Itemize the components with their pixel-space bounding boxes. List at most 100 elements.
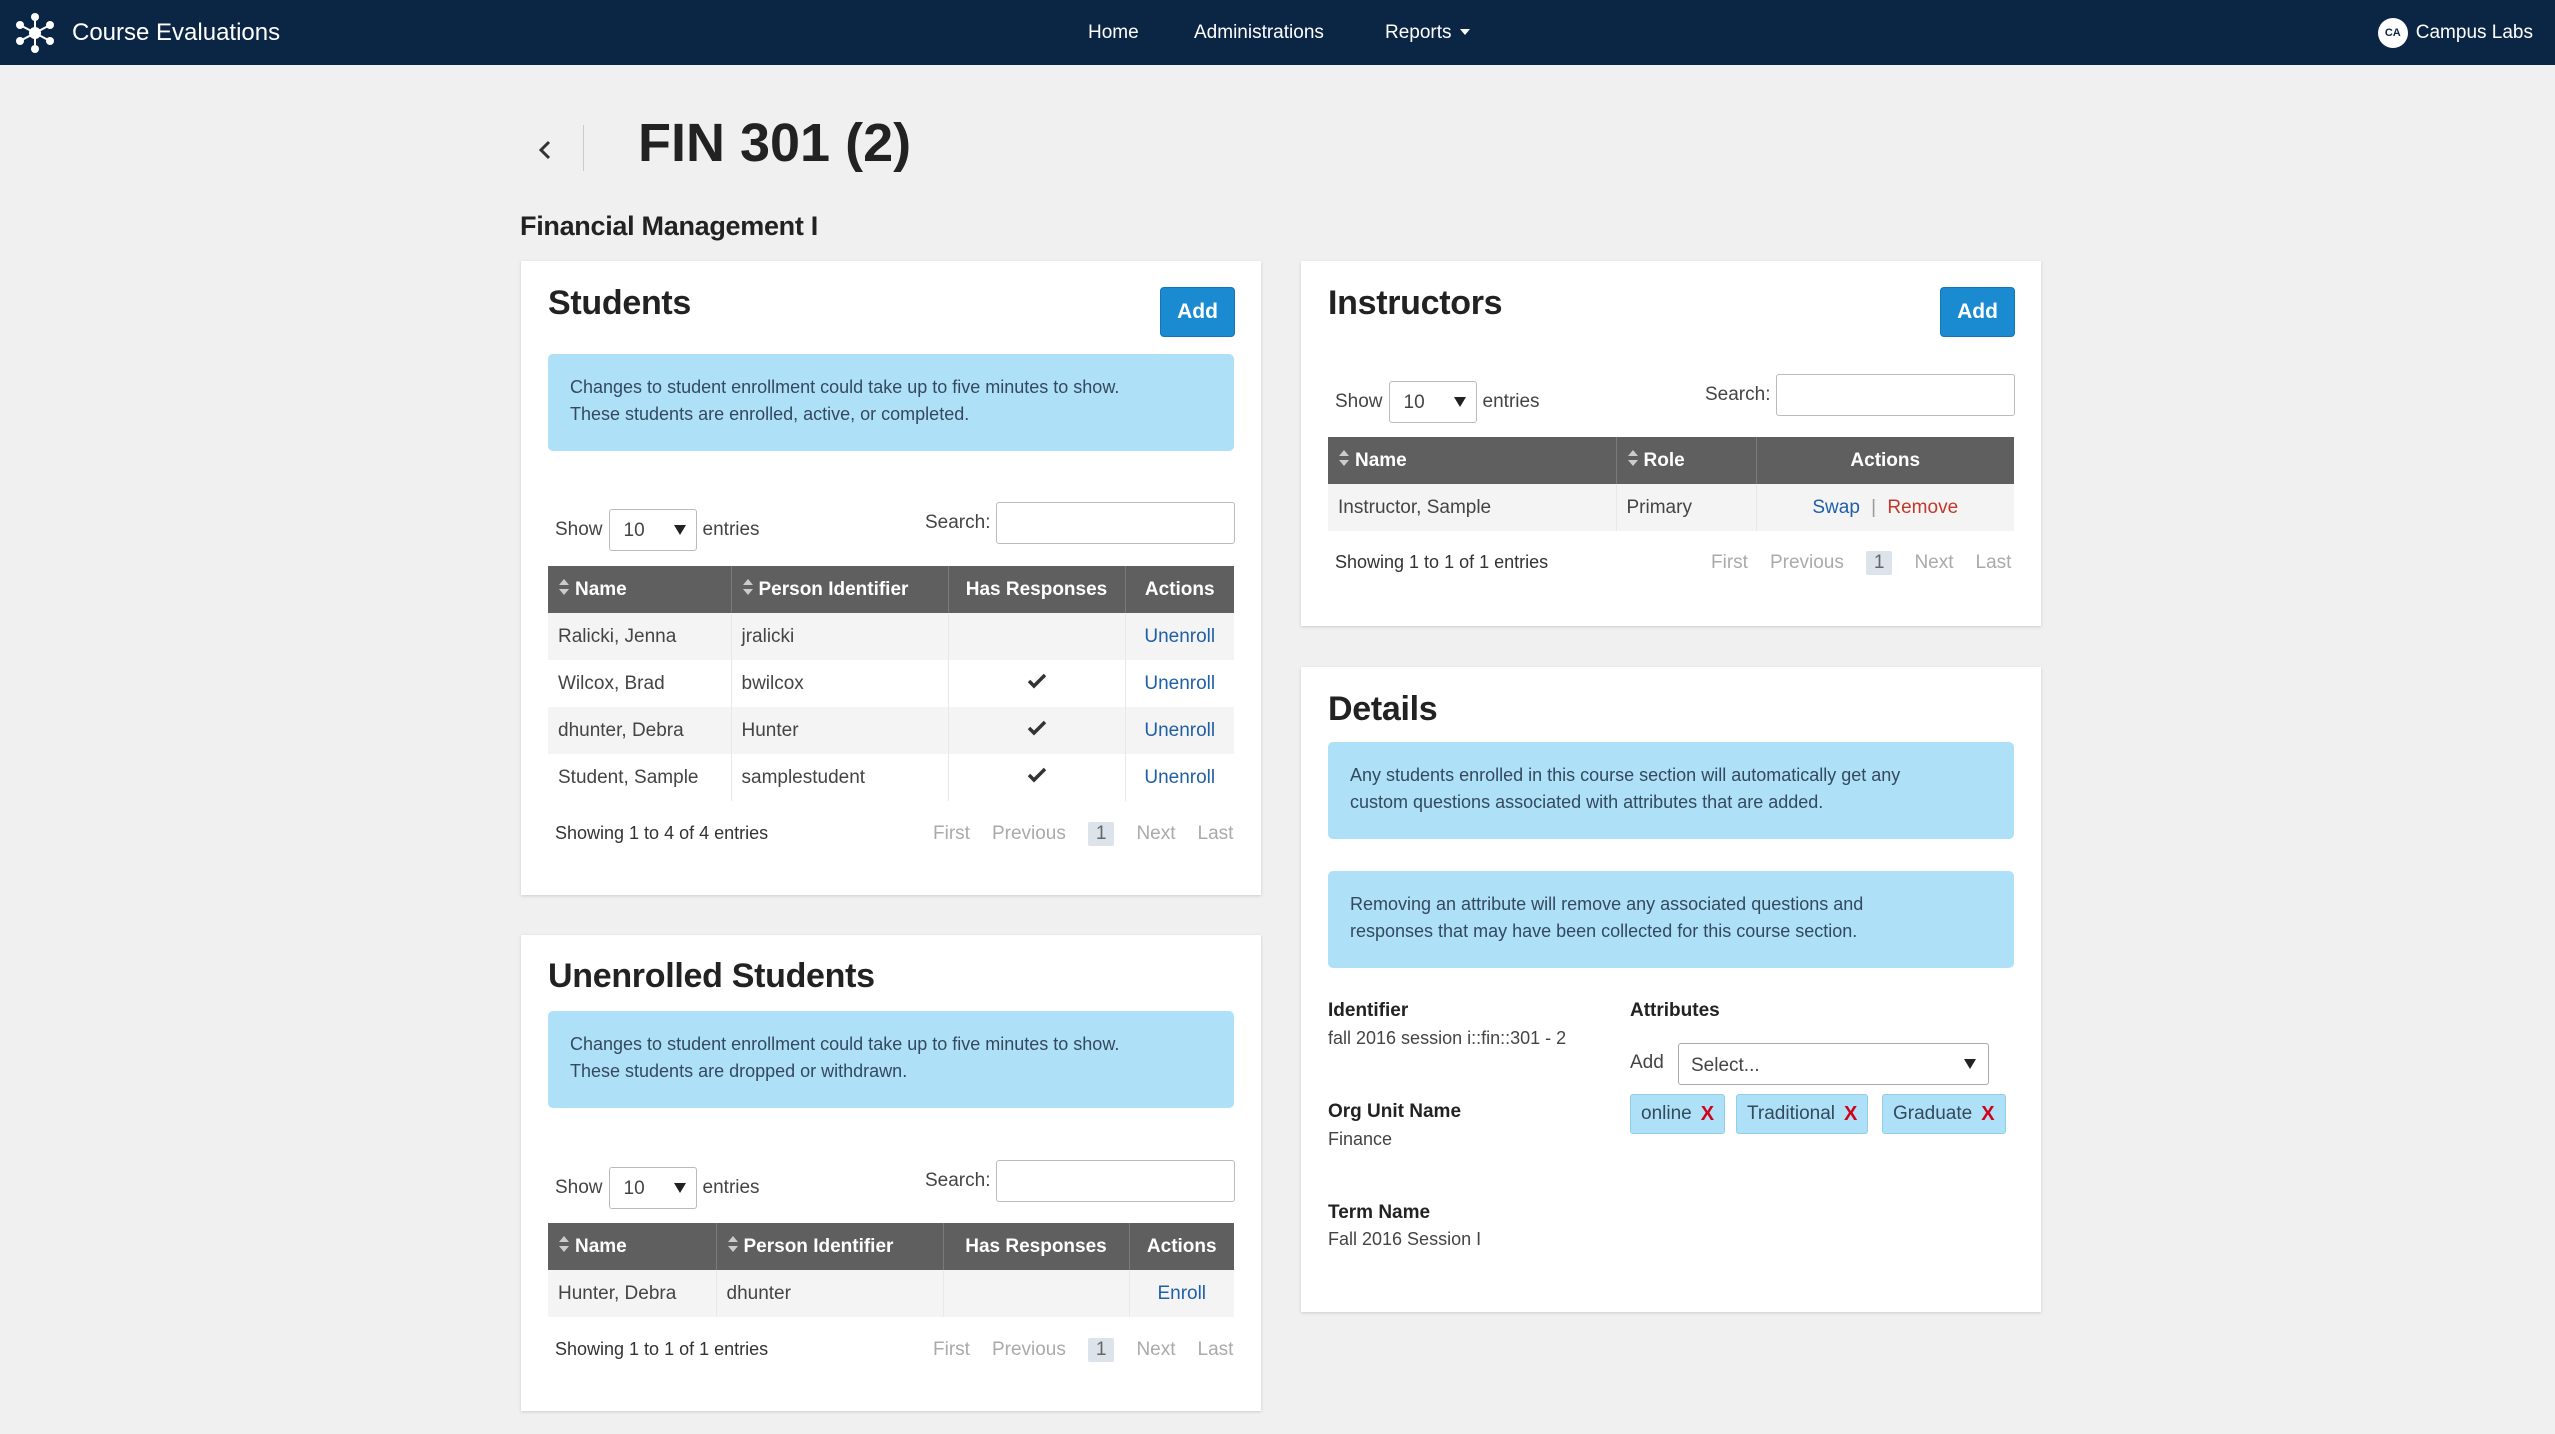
- alert-text: Any students enrolled in this course sec…: [1350, 765, 1901, 785]
- user-name: Campus Labs: [2415, 21, 2533, 43]
- pagination: First Previous 1 Next Last: [911, 822, 1233, 846]
- table-row: Ralicki, Jenna jralicki Unenroll: [548, 613, 1234, 660]
- alert-text: Removing an attribute will remove any as…: [1350, 894, 1864, 914]
- student-name: dhunter, Debra: [548, 707, 732, 754]
- pagination: First Previous 1 Next Last: [911, 1338, 1233, 1362]
- actions-cell: Unenroll: [1125, 660, 1234, 707]
- enroll-link[interactable]: Enroll: [1157, 1283, 1206, 1304]
- pager-current-page[interactable]: 1: [1087, 822, 1115, 846]
- page-size-select[interactable]: 10: [1388, 381, 1477, 423]
- person-identifier: Hunter: [731, 707, 949, 754]
- identifier-label: Identifier: [1328, 1000, 1409, 1021]
- pager-first[interactable]: First: [933, 823, 970, 845]
- pager-last[interactable]: Last: [1976, 552, 2012, 574]
- person-identifier: dhunter: [716, 1270, 944, 1317]
- column-header-actions: Actions: [1129, 1223, 1234, 1270]
- instructors-table: Name Role Actions Instructor, Sample Pri…: [1328, 437, 2014, 531]
- table-row: Student, Sample samplestudent Unenroll: [548, 754, 1234, 801]
- unenrolled-panel: Unenrolled Students Changes to student e…: [521, 935, 1261, 1411]
- column-header-actions: Actions: [1756, 437, 2014, 484]
- remove-tag-icon[interactable]: X: [1701, 1103, 1714, 1126]
- has-responses-cell: [943, 1270, 1130, 1317]
- tag-label: online: [1641, 1103, 1692, 1124]
- remove-tag-icon[interactable]: X: [1981, 1103, 1994, 1126]
- pager-first[interactable]: First: [933, 1339, 970, 1361]
- page-size-value: 10: [1403, 392, 1425, 413]
- person-identifier: samplestudent: [731, 754, 949, 801]
- add-student-button[interactable]: Add: [1160, 287, 1235, 337]
- unenroll-link[interactable]: Unenroll: [1144, 673, 1215, 694]
- pager-next[interactable]: Next: [1136, 1339, 1175, 1361]
- pager-previous[interactable]: Previous: [1770, 552, 1844, 574]
- column-header-person-identifier[interactable]: Person Identifier: [716, 1223, 944, 1270]
- column-header-label: Person Identifier: [758, 578, 909, 600]
- checkmark-icon: [1027, 673, 1046, 688]
- swap-link[interactable]: Swap: [1812, 497, 1860, 518]
- pager-current-page[interactable]: 1: [1865, 551, 1893, 575]
- table-header-row: Name Person Identifier Has Responses Act…: [548, 566, 1234, 613]
- table-row: dhunter, Debra Hunter Unenroll: [548, 707, 1234, 754]
- pager-next[interactable]: Next: [1136, 823, 1175, 845]
- attribute-tag-traditional: Traditional X: [1736, 1094, 1869, 1134]
- column-header-name[interactable]: Name: [548, 1223, 717, 1270]
- pager-last[interactable]: Last: [1198, 823, 1234, 845]
- pager-current-page[interactable]: 1: [1087, 1338, 1115, 1362]
- page-size-select[interactable]: 10: [608, 1167, 697, 1209]
- avatar: CA: [2377, 17, 2408, 48]
- identifier-value: fall 2016 session i::fin::301 - 2: [1328, 1028, 1567, 1048]
- table-row: Hunter, Debra dhunter Enroll: [548, 1270, 1234, 1317]
- column-header-name[interactable]: Name: [548, 566, 732, 613]
- table-info: Showing 1 to 1 of 1 entries: [1335, 552, 1549, 572]
- unenrolled-alert: Changes to student enrollment could take…: [548, 1011, 1234, 1108]
- add-instructor-button[interactable]: Add: [1940, 287, 2015, 337]
- nav-administrations[interactable]: Administrations: [1194, 22, 1324, 44]
- attribute-select[interactable]: Select...: [1678, 1043, 1989, 1085]
- term-label: Term Name: [1328, 1202, 1431, 1223]
- brand[interactable]: Course Evaluations: [12, 10, 280, 55]
- checkmark-icon: [1027, 720, 1046, 735]
- unenroll-link[interactable]: Unenroll: [1144, 626, 1215, 647]
- instructors-panel: Instructors Add Show 10 entries Search: …: [1301, 261, 2041, 626]
- instructor-role: Primary: [1616, 484, 1757, 531]
- table-header-row: Name Role Actions: [1328, 437, 2014, 484]
- back-button[interactable]: [530, 130, 560, 170]
- actions-cell: Enroll: [1129, 1270, 1234, 1317]
- search-input[interactable]: [996, 502, 1236, 544]
- column-header-role[interactable]: Role: [1616, 437, 1757, 484]
- pager-last[interactable]: Last: [1198, 1339, 1234, 1361]
- user-menu[interactable]: CA Campus Labs: [2377, 0, 2533, 65]
- nav-home[interactable]: Home: [1088, 22, 1139, 44]
- pagination: First Previous 1 Next Last: [1689, 551, 2011, 575]
- unenroll-link[interactable]: Unenroll: [1144, 767, 1215, 788]
- details-panel: Details Any students enrolled in this co…: [1301, 667, 2041, 1312]
- unenroll-link[interactable]: Unenroll: [1144, 720, 1215, 741]
- column-header-person-identifier[interactable]: Person Identifier: [731, 566, 949, 613]
- attribute-tag-graduate: Graduate X: [1882, 1094, 2006, 1134]
- students-title: Students: [548, 284, 692, 322]
- pager-next[interactable]: Next: [1914, 552, 1953, 574]
- column-header-label: Person Identifier: [743, 1235, 894, 1257]
- person-identifier: bwilcox: [731, 660, 949, 707]
- actions-cell: Unenroll: [1125, 707, 1234, 754]
- details-title: Details: [1328, 690, 1438, 728]
- has-responses-cell: [948, 660, 1126, 707]
- students-alert: Changes to student enrollment could take…: [548, 354, 1234, 451]
- table-row: Instructor, Sample Primary Swap | Remove: [1328, 484, 2014, 531]
- pager-previous[interactable]: Previous: [992, 1339, 1066, 1361]
- page-size-value: 10: [623, 1178, 645, 1199]
- entries-label: entries: [702, 1177, 760, 1198]
- page-size-select[interactable]: 10: [608, 509, 697, 551]
- sort-icon: [1339, 450, 1349, 467]
- column-header-name[interactable]: Name: [1328, 437, 1617, 484]
- pager-first[interactable]: First: [1711, 552, 1748, 574]
- actions-cell: Unenroll: [1125, 754, 1234, 801]
- search-input[interactable]: [1776, 374, 2016, 416]
- remove-tag-icon[interactable]: X: [1844, 1103, 1857, 1126]
- actions-cell: Swap | Remove: [1756, 484, 2014, 531]
- nav-reports[interactable]: Reports: [1385, 22, 1470, 44]
- column-header-actions: Actions: [1125, 566, 1234, 613]
- remove-link[interactable]: Remove: [1887, 497, 1958, 518]
- pager-previous[interactable]: Previous: [992, 823, 1066, 845]
- search-input[interactable]: [996, 1160, 1236, 1202]
- dropdown-arrow-icon: [673, 525, 686, 535]
